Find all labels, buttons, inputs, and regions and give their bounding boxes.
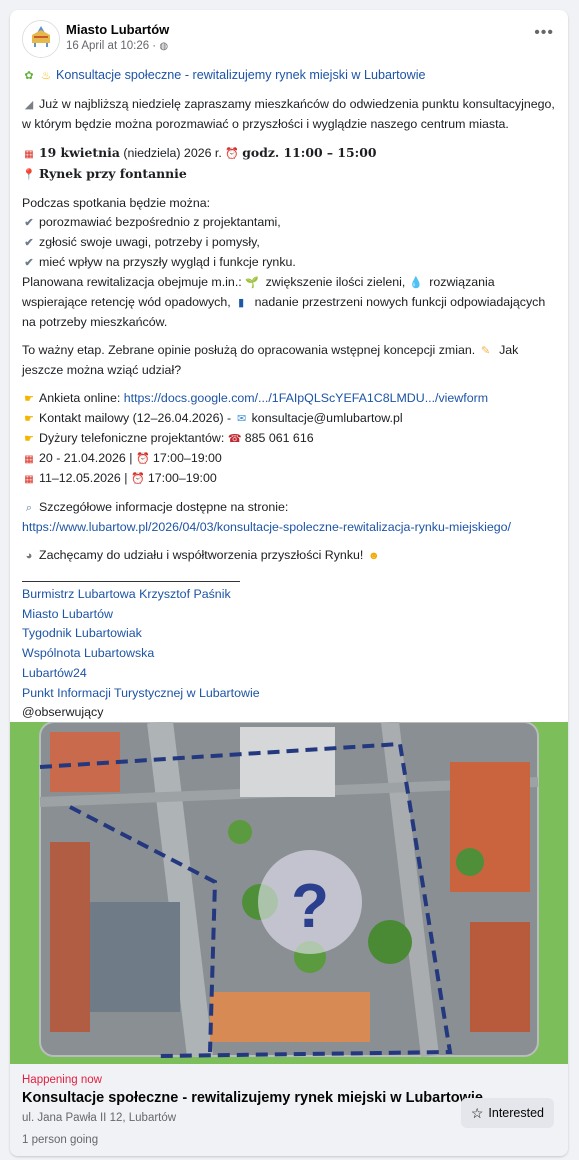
calendar-icon: ▦ (24, 474, 34, 485)
tag-link[interactable]: Punkt Informacji Turystycznej w Lubartow… (22, 684, 558, 704)
event-date-rest: (niedziela) 2026 r. (119, 146, 226, 160)
phone-number: 885 061 616 (244, 431, 314, 445)
seedling-icon: 🌱 (245, 277, 259, 289)
tag-link[interactable]: Miasto Lubartów (22, 605, 558, 625)
lubartow-logo-icon (23, 21, 59, 57)
pointing-hand-icon: ☛ (24, 393, 34, 405)
post-card: Miasto Lubartów 16 April at 10:26 · ◍ ••… (10, 10, 568, 1156)
star-icon: ☆ (470, 1104, 484, 1121)
followers-mention[interactable]: @obserwujący (22, 703, 558, 722)
bullet-item: ✔ zgłosić swoje uwagi, potrzeby i pomysły… (22, 233, 558, 253)
event-attendance: 1 person going (22, 1134, 99, 1146)
tag-link[interactable]: Wspólnota Lubartowska (22, 644, 558, 664)
event-address: ul. Jana Pawła II 12, Lubartów (22, 1112, 177, 1124)
memo-icon: ✎ (481, 345, 491, 357)
contact-line: ☛ Kontakt mailowy (12–26.04.2026) - ✉ kons… (22, 409, 558, 429)
event-title[interactable]: Konsultacje społeczne - rewitalizujemy r… (22, 1090, 483, 1106)
alarm-clock-icon: ⏰ (131, 473, 145, 485)
bullet-item: ✔ mieć wpływ na przyszły wygląd i funkcje… (22, 253, 558, 273)
sprout-icon: ✿ (24, 70, 34, 82)
pointing-hand-icon: ☛ (24, 413, 34, 425)
tag-divider (22, 581, 240, 582)
survey-link[interactable]: https://docs.google.com/.../1FAIpQLScYEF… (124, 391, 488, 405)
check-icon: ✔ (24, 217, 34, 229)
tag-link[interactable]: Tygodnik Lubartowiak (22, 624, 558, 644)
event-cover-image[interactable]: ? (10, 720, 568, 1064)
plan-paragraph: Planowana rewitalizacja obejmuje m.in.: … (22, 275, 546, 329)
post-title-line: ✿ ♨ Konsultacje społeczne - rewitalizujemy… (22, 66, 558, 86)
calendar-icon: ▦ (24, 149, 34, 160)
contact-email: konsultacje@umlubartow.pl (251, 411, 403, 425)
intro-paragraph: ◢ Już w najbliższą niedzielę zapraszamy m… (22, 95, 558, 134)
phone-line: ☛ Dyżury telefoniczne projektantów: ☎ 885 … (22, 429, 558, 449)
tag-link[interactable]: Lubartów24 (22, 664, 558, 684)
pin-icon: 📍 (22, 169, 36, 181)
post-timestamp[interactable]: 16 April at 10:26 · ◍ (66, 40, 168, 52)
ellipsis-icon[interactable]: ••• (534, 24, 554, 42)
cityscape-icon: ▮ (238, 297, 245, 309)
post-date[interactable]: 16 April at 10:26 · (66, 40, 156, 52)
details-link[interactable]: https://www.lubartow.pl/2026/04/03/konsu… (22, 520, 511, 534)
tag-link[interactable]: Burmistrz Lubartowa Krzysztof Paśnik (22, 585, 558, 605)
magnifier-icon: ⌕ (25, 502, 33, 514)
details-link-line: https://www.lubartow.pl/2026/04/03/konsu… (22, 518, 558, 537)
email-icon: ✉ (237, 413, 247, 425)
calendar-icon: ▦ (24, 454, 34, 465)
intro-text: Już w najbliższą niedzielę zapraszamy mi… (22, 97, 555, 131)
place-line: 📍 Rynek przy fontannie (22, 164, 558, 185)
survey-line: ☛ Ankieta online: https://docs.google.com… (22, 389, 558, 409)
event-preview[interactable]: Happening now Konsultacje społeczne - re… (10, 1064, 568, 1156)
check-icon: ✔ (24, 237, 34, 249)
event-time-bold: godz. 11:00 – 15:00 (242, 145, 377, 160)
fountain-icon: ♨ (41, 70, 51, 82)
slot-line: ▦ 20 - 21.04.2026 | ⏰ 17:00–19:00 (22, 449, 558, 469)
droplet-icon: 💧 (408, 277, 423, 289)
encourage-line: ◕ Zachęcamy do udziału i współtworzenia p… (22, 546, 558, 566)
aerial-map-image: ? (10, 720, 568, 1064)
telephone-icon: ☎ (227, 433, 242, 445)
stage-paragraph: To ważny etap. Zebrane opinie posłużą do… (22, 343, 519, 377)
page-name[interactable]: Miasto Lubartów (66, 22, 169, 37)
details-label-line: ⌕ Szczegółowe informacje dostępne na stro… (22, 498, 558, 518)
during-label: Podczas spotkania będzie można: (22, 196, 211, 210)
pointing-hand-icon: ☛ (24, 433, 34, 445)
event-date-bold: 19 kwietnia (39, 145, 120, 160)
question-mark-overlay: ? (291, 872, 329, 941)
tag-list: Burmistrz Lubartowa Krzysztof Paśnik Mia… (22, 585, 558, 703)
interested-button[interactable]: ☆ Interested (460, 1098, 554, 1128)
event-status: Happening now (22, 1074, 102, 1086)
event-place: Rynek przy fontannie (39, 166, 187, 181)
slot-line: ▦ 11–12.05.2026 | ⏰ 17:00–19:00 (22, 469, 558, 489)
interested-label: Interested (488, 1106, 544, 1120)
speech-bubble-icon: ◕ (25, 550, 33, 562)
bullet-item: ✔ porozmawiać bezpośrednio z projektantam… (22, 213, 558, 233)
alarm-clock-icon: ⏰ (225, 148, 240, 160)
alarm-clock-icon: ⏰ (136, 453, 150, 465)
date-line: ▦ 19 kwietnia (niedziela) 2026 r. ⏰ godz. … (22, 143, 558, 164)
page-avatar[interactable] (22, 20, 60, 58)
megaphone-icon: ◢ (24, 99, 34, 111)
post-title: Konsultacje społeczne - rewitalizujemy r… (56, 68, 426, 82)
post-header: Miasto Lubartów 16 April at 10:26 · ◍ ••… (10, 10, 568, 60)
smiley-icon: ☻ (368, 550, 380, 562)
post-text: ✿ ♨ Konsultacje społeczne - rewitalizujemy… (22, 66, 558, 722)
check-icon: ✔ (24, 257, 34, 269)
globe-icon: ◍ (159, 41, 169, 52)
